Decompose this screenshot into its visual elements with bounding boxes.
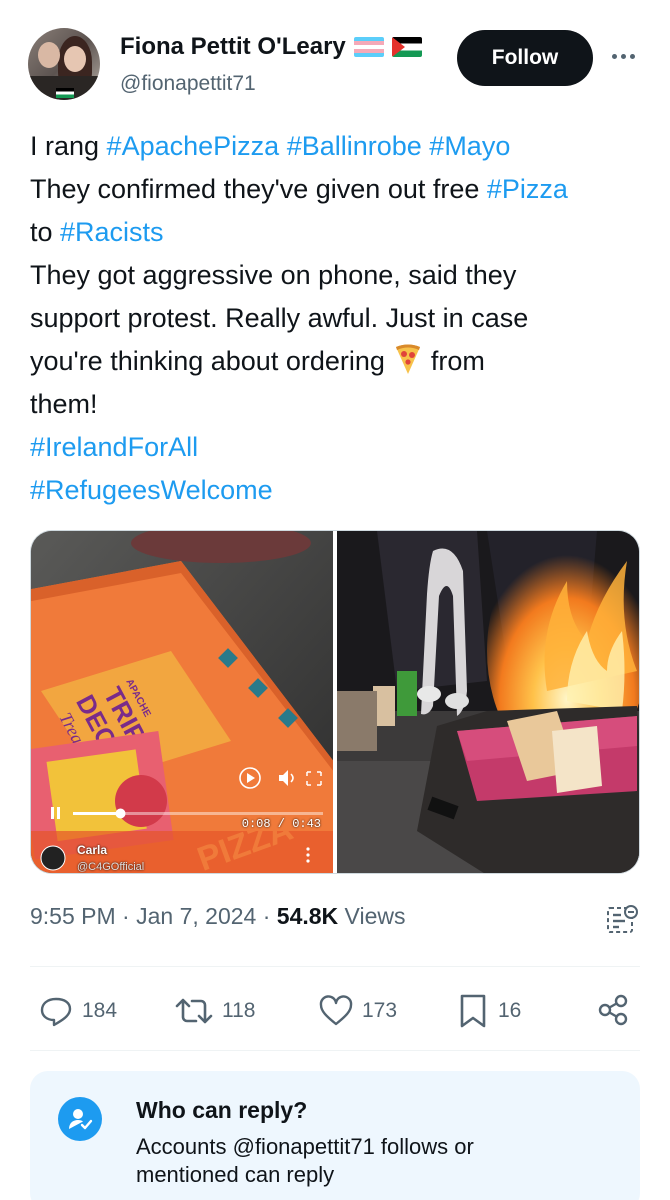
views-count: 54.8K xyxy=(276,903,339,929)
who-can-reply-description: Accounts @fionapettit71 follows or menti… xyxy=(136,1134,474,1187)
reply-count: 184 xyxy=(82,999,118,1022)
hashtag-link[interactable]: #Ballinrobe xyxy=(287,131,422,161)
video-credit-name: Carla xyxy=(77,843,108,857)
like-button[interactable]: 173 xyxy=(318,993,397,1029)
analytics-icon[interactable] xyxy=(605,903,639,937)
repost-button[interactable]: 118 xyxy=(174,993,255,1029)
tweet-text-segment xyxy=(279,131,287,161)
tweet-text-line: support protest. Really awful. Just in c… xyxy=(30,297,645,340)
tweet-text-line: They confirmed they've given out free #P… xyxy=(30,168,645,211)
author-avatar[interactable] xyxy=(28,28,100,100)
tweet-actions: 184 118 173 16 xyxy=(0,985,670,1035)
tweet-text-line: you're thinking about ordering from xyxy=(30,340,645,383)
who-can-reply-title: Who can reply? xyxy=(136,1097,308,1123)
video-progress-knob[interactable] xyxy=(115,808,126,819)
pizza-emoji-icon xyxy=(393,343,423,375)
hashtag-link[interactable]: #Pizza xyxy=(487,174,568,204)
tweet-text-segment: to xyxy=(30,217,61,247)
tweet-text-line: them! xyxy=(30,383,645,426)
tweet-text-line: to #Racists xyxy=(30,211,645,254)
bookmark-icon xyxy=(460,994,486,1028)
play-overlay-icon[interactable] xyxy=(239,767,261,789)
hashtag-link[interactable]: #RefugeesWelcome xyxy=(30,475,273,505)
who-can-reply-panel: Who can reply? Accounts @fionapettit71 f… xyxy=(30,1071,640,1200)
video-player[interactable]: APACHE TRIPLE DECKER Treat Box PIZZA xyxy=(31,531,333,873)
transgender-flag-icon xyxy=(353,37,384,57)
reply-icon xyxy=(40,997,72,1027)
bookmark-count: 16 xyxy=(498,999,522,1022)
tweet-text-line: #IrelandForAll xyxy=(30,426,645,469)
hashtag-link[interactable]: #Racists xyxy=(60,217,164,247)
tweet-meta: 9:55 PM · Jan 7, 2024 · 54.8K Views xyxy=(30,903,406,929)
mention-restricted-icon xyxy=(58,1097,102,1141)
fire-pit-image xyxy=(337,531,639,873)
tweet-text-segment: support protest. Really awful. Just in c… xyxy=(30,303,529,333)
more-options-icon[interactable] xyxy=(608,44,638,68)
tweet-text-segment: They confirmed they've given out free xyxy=(30,174,487,204)
tweet-header: Fiona Pettit O'Leary @fionapettit71 Foll… xyxy=(0,0,670,110)
bookmark-button[interactable]: 16 xyxy=(456,993,521,1029)
fullscreen-icon[interactable] xyxy=(306,771,322,786)
tweet-text-segment: They got aggressive on phone, said they xyxy=(30,260,517,290)
tweet-text-segment: I rang xyxy=(30,131,107,161)
divider xyxy=(30,1050,640,1051)
hashtag-link[interactable]: #Mayo xyxy=(429,131,510,161)
video-credit-handle: @C4GOfficial xyxy=(77,861,145,873)
views-label: Views xyxy=(344,903,406,929)
share-button[interactable] xyxy=(596,993,630,1027)
share-icon xyxy=(598,994,628,1026)
repost-icon xyxy=(175,998,213,1024)
heart-icon xyxy=(319,995,353,1026)
author-display-name[interactable]: Fiona Pettit O'Leary xyxy=(120,33,346,61)
media-grid[interactable]: APACHE TRIPLE DECKER Treat Box PIZZA xyxy=(30,530,640,874)
tweet-text-line: #RefugeesWelcome xyxy=(30,469,645,512)
tweet-text-line: They got aggressive on phone, said they xyxy=(30,254,645,297)
tweet-text: I rang #ApachePizza #Ballinrobe #Mayo The… xyxy=(30,125,645,512)
hashtag-link[interactable]: #ApachePizza xyxy=(107,131,280,161)
fire-pit-photo[interactable] xyxy=(337,531,639,873)
tweet-date[interactable]: Jan 7, 2024 xyxy=(136,903,256,929)
author-name-row[interactable]: Fiona Pettit O'Leary xyxy=(120,33,422,61)
tweet-text-line: I rang #ApachePizza #Ballinrobe #Mayo xyxy=(30,125,645,168)
palestine-flag-icon xyxy=(391,37,422,57)
video-progress-fill xyxy=(73,812,121,815)
tweet-text-segment: you're thinking about ordering xyxy=(30,346,385,376)
volume-icon[interactable] xyxy=(279,770,294,786)
hashtag-link[interactable]: #IrelandForAll xyxy=(30,432,198,462)
author-handle[interactable]: @fionapettit71 xyxy=(120,72,256,96)
tweet-text-segment: them! xyxy=(30,389,98,419)
reply-button[interactable]: 184 xyxy=(38,993,117,1029)
follow-button[interactable]: Follow xyxy=(457,30,593,86)
video-time: 0:08 / 0:43 xyxy=(241,817,321,831)
divider xyxy=(30,966,640,967)
tweet-text-segment: from xyxy=(430,346,485,376)
pause-icon[interactable] xyxy=(51,807,60,819)
credit-avatar xyxy=(40,845,66,871)
repost-count: 118 xyxy=(222,999,256,1022)
tweet-time[interactable]: 9:55 PM xyxy=(30,903,116,929)
like-count: 173 xyxy=(362,999,398,1022)
